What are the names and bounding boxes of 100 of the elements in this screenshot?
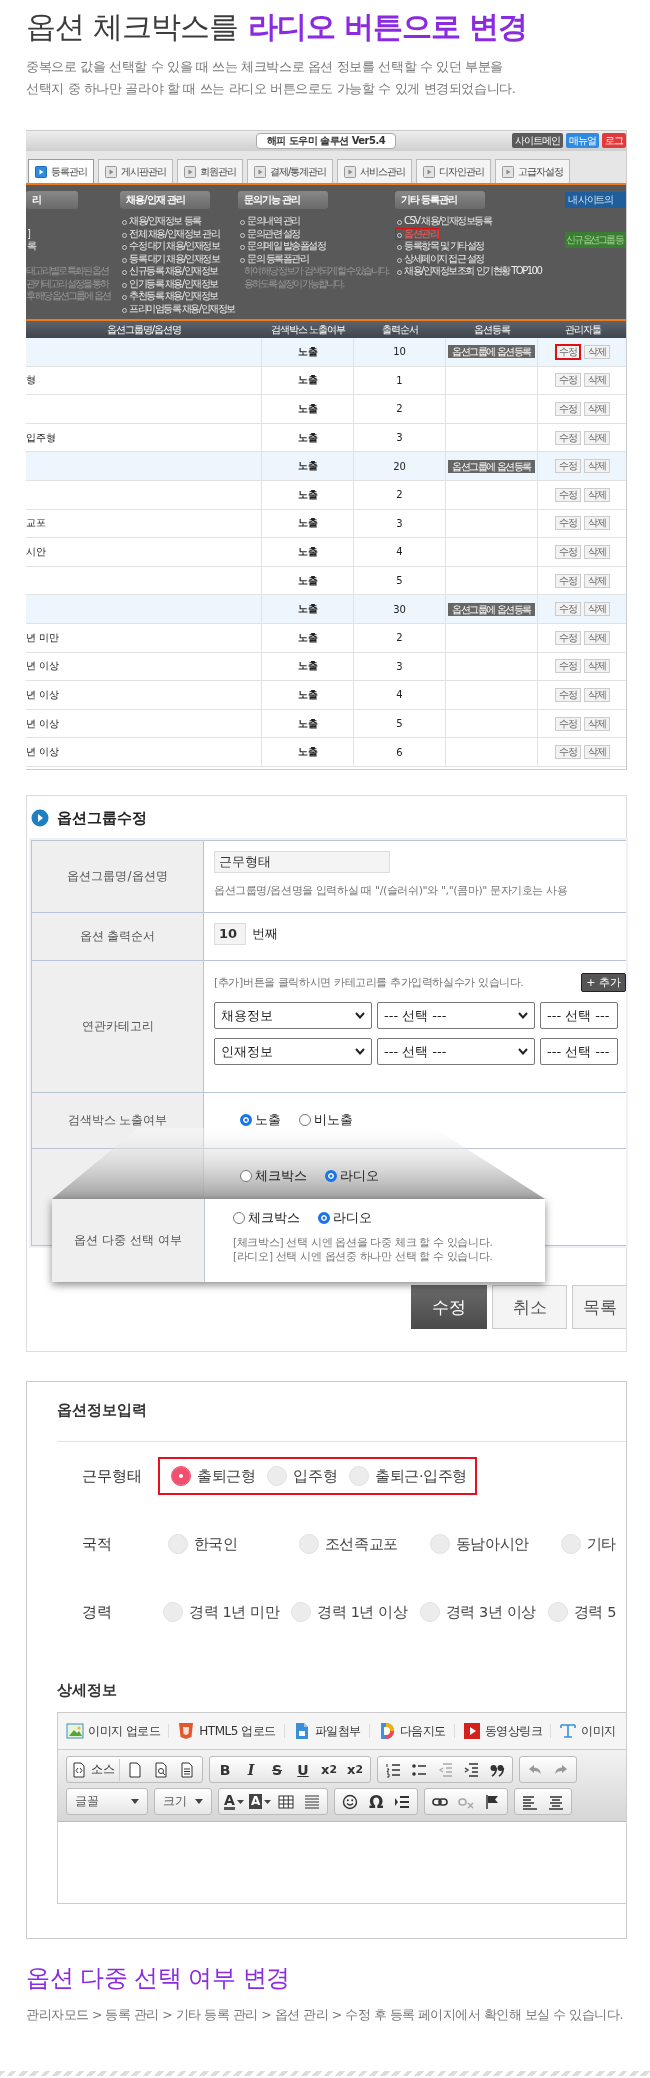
edit-button[interactable]: 수정	[555, 687, 581, 702]
menu-item[interactable]: 채용/인재정보조회 인기현황 TOP100	[395, 265, 543, 278]
top-button[interactable]: 로그	[602, 133, 626, 148]
menu-tab[interactable]: 고급자설정	[495, 159, 571, 183]
delete-button[interactable]: 삭제	[584, 659, 610, 674]
register-option-button[interactable]: 옵션그룹에 옵션등록	[448, 345, 535, 359]
background-color-button[interactable]: A	[249, 1790, 272, 1813]
menu-item[interactable]: 문의메일 발송폼설정	[238, 240, 327, 253]
menu-item[interactable]: 등록항목 및 기타설정	[395, 240, 485, 253]
menu-item[interactable]: 상세페이지 접근 설정	[395, 252, 485, 265]
top-button[interactable]: 사이트메인	[512, 133, 563, 148]
toolbar-button[interactable]: 동영상링크	[462, 1722, 543, 1740]
menu-item[interactable]: 인기등록 채용/인재정보	[120, 277, 219, 290]
toolbar-button[interactable]: 소스	[71, 1758, 120, 1781]
edit-button[interactable]: 수정	[555, 602, 581, 617]
select-dropdown[interactable]: --- 선택 ---	[540, 1002, 618, 1029]
play-square-icon	[344, 165, 357, 178]
select-dropdown[interactable]: 채용정보	[214, 1002, 372, 1029]
select-dropdown[interactable]: --- 선택 ---	[540, 1038, 618, 1065]
edit-button[interactable]: 수정	[555, 630, 581, 645]
menu-tab[interactable]: 디자인관리	[416, 159, 492, 183]
radio-label: 한국인	[193, 1534, 238, 1554]
delete-button[interactable]: 삭제	[584, 716, 610, 731]
toolbar-button[interactable]: B	[214, 1758, 236, 1781]
edit-button[interactable]: 수정	[555, 402, 581, 416]
delete-button[interactable]: 삭제	[584, 487, 610, 502]
delete-button[interactable]: 삭제	[584, 373, 610, 388]
radio-button[interactable]	[318, 1212, 330, 1224]
menu-item[interactable]: 추천등록 채용/인재정보	[120, 290, 219, 303]
edit-button[interactable]: 수정	[555, 516, 581, 531]
menu-item[interactable]: 록	[26, 240, 37, 253]
text-color-button[interactable]: A	[223, 1790, 245, 1813]
toolbar-button[interactable]: S	[266, 1758, 288, 1781]
register-option-button[interactable]: 옵션그룹에 옵션등록	[448, 459, 535, 473]
menu-item[interactable]: 채용/인재정보 등록	[120, 215, 202, 228]
edit-button[interactable]: 수정	[555, 343, 581, 360]
select-dropdown[interactable]: 인재정보	[214, 1038, 372, 1065]
toolbar-button[interactable]: U	[292, 1758, 314, 1781]
delete-button[interactable]: 삭제	[584, 402, 610, 416]
toolbar-button[interactable]: 파일첨부	[292, 1722, 361, 1740]
add-button[interactable]: + 추가	[581, 972, 626, 992]
toolbar-button[interactable]: 이미지	[559, 1722, 616, 1740]
table-cell: 노출	[297, 459, 318, 474]
text-field[interactable]: 근무형태	[214, 851, 390, 873]
menu-item[interactable]: 문의관련 설정	[238, 227, 301, 240]
menu-item[interactable]: ]	[26, 227, 31, 240]
delete-button[interactable]: 삭제	[584, 459, 610, 474]
edit-button[interactable]: 수정	[555, 573, 581, 588]
menu-item[interactable]: 프리미엄등록 채용/인재정보	[120, 302, 236, 315]
edit-button[interactable]: 수정	[555, 544, 581, 559]
size-dropdown[interactable]: 크기	[154, 1788, 212, 1815]
delete-button[interactable]: 삭제	[584, 516, 610, 531]
menu-tab[interactable]: 등록관리	[28, 159, 94, 183]
form-button[interactable]: 목록	[572, 1285, 626, 1329]
label-cell: 옵션 다중 선택 여부	[52, 1199, 205, 1282]
edit-button[interactable]: 수정	[555, 373, 581, 388]
form-button[interactable]: 수정	[411, 1285, 487, 1329]
menu-tab[interactable]: 서비스관리	[337, 159, 413, 183]
menu-tab[interactable]: 결제/통계관리	[247, 159, 334, 183]
register-option-button[interactable]: 옵션그룹에 옵션등록	[448, 602, 535, 616]
delete-button[interactable]: 삭제	[584, 344, 610, 359]
radio-button[interactable]	[299, 1114, 311, 1126]
toolbar-button[interactable]: 이미지 업로드	[66, 1722, 161, 1740]
delete-button[interactable]: 삭제	[584, 430, 610, 445]
delete-button[interactable]: 삭제	[584, 745, 610, 760]
menu-tab[interactable]: 게시판관리	[98, 159, 173, 183]
menu-item[interactable]: 수정 대기 채용/인재정보	[120, 240, 221, 253]
top-button[interactable]: 매뉴얼	[566, 133, 599, 148]
edit-button[interactable]: 수정	[555, 430, 581, 445]
radio-button[interactable]	[171, 1466, 191, 1486]
edit-button[interactable]: 수정	[555, 459, 581, 474]
select-dropdown[interactable]: --- 선택 ---	[377, 1002, 535, 1029]
menu-item[interactable]: 전체 채용/인재정보 관리	[120, 227, 221, 240]
table-cell: 3	[396, 432, 403, 444]
menu-item[interactable]: 등록 대기 채용/인재정보	[120, 252, 221, 265]
radio-button[interactable]	[233, 1212, 245, 1224]
radio-button[interactable]	[240, 1114, 252, 1126]
delete-button[interactable]: 삭제	[584, 602, 610, 617]
menu-item[interactable]: 신규등록 채용/인재정보	[120, 265, 219, 278]
delete-button[interactable]: 삭제	[584, 630, 610, 645]
edit-button[interactable]: 수정	[555, 659, 581, 674]
edit-button[interactable]: 수정	[555, 487, 581, 502]
font-dropdown[interactable]: 글꼴	[66, 1788, 148, 1815]
delete-button[interactable]: 삭제	[584, 687, 610, 702]
toolbar-button[interactable]: I	[240, 1758, 262, 1781]
delete-button[interactable]: 삭제	[584, 573, 610, 588]
delete-button[interactable]: 삭제	[584, 544, 610, 559]
toolbar-button[interactable]: HTML5 업로드	[177, 1722, 276, 1740]
edit-button[interactable]: 수정	[555, 745, 581, 760]
edit-button[interactable]: 수정	[555, 716, 581, 731]
select-dropdown[interactable]: --- 선택 ---	[377, 1038, 535, 1065]
menu-item[interactable]: 문의 등록폼관리	[238, 252, 310, 265]
toolbar-button[interactable]: Ω	[365, 1790, 388, 1813]
site-button[interactable]: 내 사이트의	[565, 192, 626, 208]
form-button[interactable]: 취소	[492, 1285, 567, 1329]
number-field[interactable]: 10	[214, 923, 246, 945]
toolbar-button[interactable]: 다음지도	[377, 1722, 446, 1740]
menu-item[interactable]: CSV 채용/인재정보등록	[395, 215, 493, 228]
menu-item[interactable]: 문의내역 관리	[238, 215, 301, 228]
menu-tab[interactable]: 회원관리	[177, 159, 243, 183]
